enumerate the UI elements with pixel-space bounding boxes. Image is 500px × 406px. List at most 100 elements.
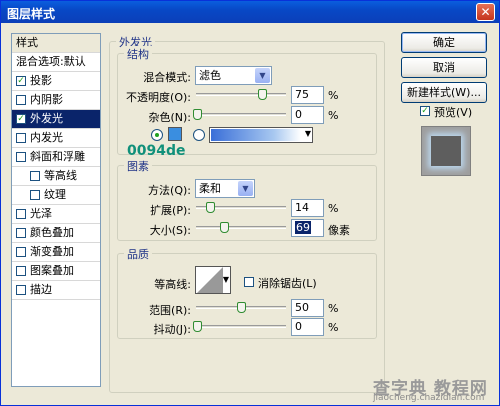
sidebar-item-label: 纹理 (44, 188, 66, 201)
structure-title: 结构 (124, 46, 152, 62)
sidebar-item-texture[interactable]: 纹理 (12, 186, 100, 205)
chevron-down-icon: ▼ (304, 129, 311, 138)
range-slider-thumb[interactable] (237, 302, 246, 313)
size-slider-track[interactable] (196, 226, 286, 229)
sidebar-item-label: 内发光 (30, 131, 63, 144)
close-button[interactable]: ✕ (476, 3, 495, 21)
sidebar-item-label: 斜面和浮雕 (30, 150, 85, 163)
radio-dot (155, 133, 159, 137)
jitter-label: 抖动(J): (153, 323, 191, 336)
sidebar-item-label: 投影 (30, 74, 52, 87)
sidebar-item-color-overlay[interactable]: 颜色叠加 (12, 224, 100, 243)
range-unit: % (328, 302, 339, 315)
jitter-unit: % (328, 321, 339, 334)
color-radio[interactable] (151, 129, 163, 141)
gradient-radio[interactable] (193, 129, 205, 141)
contour-curve-icon (197, 267, 223, 293)
contour-label: 等高线: (154, 278, 191, 291)
glow-color-swatch[interactable] (168, 127, 182, 141)
preview-swatch (431, 136, 461, 166)
jitter-slider-thumb[interactable] (193, 321, 202, 332)
range-label: 范围(R): (149, 304, 191, 317)
chevron-down-icon: ▼ (238, 181, 253, 196)
pattern-overlay-checkbox[interactable] (16, 266, 26, 276)
sidebar-item-pattern-overlay[interactable]: 图案叠加 (12, 262, 100, 281)
method-value: 柔和 (199, 182, 221, 195)
method-select[interactable]: 柔和 ▼ (195, 179, 255, 198)
sidebar-item-drop-shadow[interactable]: ✓ 投影 (12, 72, 100, 91)
sidebar-item-contour[interactable]: 等高线 (12, 167, 100, 186)
spread-label: 扩展(P): (150, 204, 191, 217)
sidebar-item-outer-glow[interactable]: ✓ 外发光 (12, 110, 100, 129)
blend-mode-select[interactable]: 滤色 ▼ (195, 66, 272, 85)
preview-checkbox[interactable]: ✓ (420, 106, 430, 116)
contour-picker[interactable]: ▼ (195, 266, 231, 294)
contour-checkbox[interactable] (30, 171, 40, 181)
size-unit: 像素 (328, 224, 350, 237)
drop-shadow-checkbox[interactable]: ✓ (16, 76, 26, 86)
glow-color-fill (169, 128, 181, 140)
sidebar-item-inner-glow[interactable]: 内发光 (12, 129, 100, 148)
antialias-label: 消除锯齿(L) (258, 277, 317, 290)
size-slider-thumb[interactable] (220, 222, 229, 233)
sidebar-item-stroke[interactable]: 描边 (12, 281, 100, 300)
method-label: 方法(Q): (148, 184, 191, 197)
blend-options-item[interactable]: 混合选项:默认 (12, 53, 100, 72)
chevron-down-icon: ▼ (255, 68, 270, 83)
jitter-slider-track[interactable] (196, 325, 286, 328)
sidebar-item-gradient-overlay[interactable]: 渐变叠加 (12, 243, 100, 262)
blend-mode-value: 滤色 (199, 69, 221, 82)
sidebar-item-label: 光泽 (30, 207, 52, 220)
preview-label: 预览(V) (434, 106, 473, 119)
noise-label: 杂色(N): (148, 111, 191, 124)
sidebar-item-label: 等高线 (44, 169, 77, 182)
stroke-checkbox[interactable] (16, 285, 26, 295)
spread-unit: % (328, 202, 339, 215)
opacity-unit: % (328, 89, 339, 102)
elements-title: 图素 (124, 158, 152, 174)
sidebar-item-inner-shadow[interactable]: 内阴影 (12, 91, 100, 110)
sidebar-item-satin[interactable]: 光泽 (12, 205, 100, 224)
noise-slider-track[interactable] (196, 113, 286, 116)
title-bar[interactable]: 图层样式 ✕ (1, 1, 499, 23)
cancel-button[interactable]: 取消 (401, 57, 487, 78)
new-style-button[interactable]: 新建样式(W)... (401, 82, 487, 103)
sidebar-item-label: 内阴影 (30, 93, 63, 106)
inner-shadow-checkbox[interactable] (16, 95, 26, 105)
quality-title: 品质 (124, 246, 152, 262)
sidebar-item-label: 颜色叠加 (30, 226, 74, 239)
bevel-emboss-checkbox[interactable] (16, 152, 26, 162)
sidebar-item-label: 描边 (30, 283, 52, 296)
blend-mode-label: 混合模式: (143, 71, 191, 84)
opacity-slider-track[interactable] (196, 93, 286, 96)
opacity-label: 不透明度(O): (126, 91, 191, 104)
noise-input[interactable]: 0 (291, 106, 324, 124)
color-overlay-checkbox[interactable] (16, 228, 26, 238)
opacity-slider-thumb[interactable] (258, 89, 267, 100)
noise-slider-thumb[interactable] (193, 109, 202, 120)
noise-unit: % (328, 109, 339, 122)
styles-header[interactable]: 样式 (12, 34, 100, 53)
sidebar-item-label: 渐变叠加 (30, 245, 74, 258)
outer-glow-checkbox[interactable]: ✓ (16, 114, 26, 124)
layer-style-dialog: 图层样式 ✕ 样式 混合选项:默认 ✓ 投影 内阴影 ✓ 外发光 内发光 斜面和… (0, 0, 500, 406)
gradient-picker[interactable]: ▼ (209, 127, 313, 143)
sidebar-item-bevel-emboss[interactable]: 斜面和浮雕 (12, 148, 100, 167)
color-code-annotation: 0094de (127, 143, 186, 159)
inner-glow-checkbox[interactable] (16, 133, 26, 143)
size-input[interactable]: 69 (291, 219, 324, 237)
spread-slider-thumb[interactable] (206, 202, 215, 213)
styles-list: 样式 混合选项:默认 ✓ 投影 内阴影 ✓ 外发光 内发光 斜面和浮雕 等高线 … (11, 33, 101, 387)
range-input[interactable]: 50 (291, 299, 324, 317)
texture-checkbox[interactable] (30, 190, 40, 200)
watermark-url: jiaocheng.chazidian.com (373, 393, 485, 403)
chevron-down-icon: ▼ (222, 275, 229, 284)
sidebar-item-label: 外发光 (30, 112, 63, 125)
opacity-input[interactable]: 75 (291, 86, 324, 104)
spread-input[interactable]: 14 (291, 199, 324, 217)
ok-button[interactable]: 确定 (401, 32, 487, 53)
jitter-input[interactable]: 0 (291, 318, 324, 336)
antialias-checkbox[interactable] (244, 277, 254, 287)
satin-checkbox[interactable] (16, 209, 26, 219)
gradient-overlay-checkbox[interactable] (16, 247, 26, 257)
